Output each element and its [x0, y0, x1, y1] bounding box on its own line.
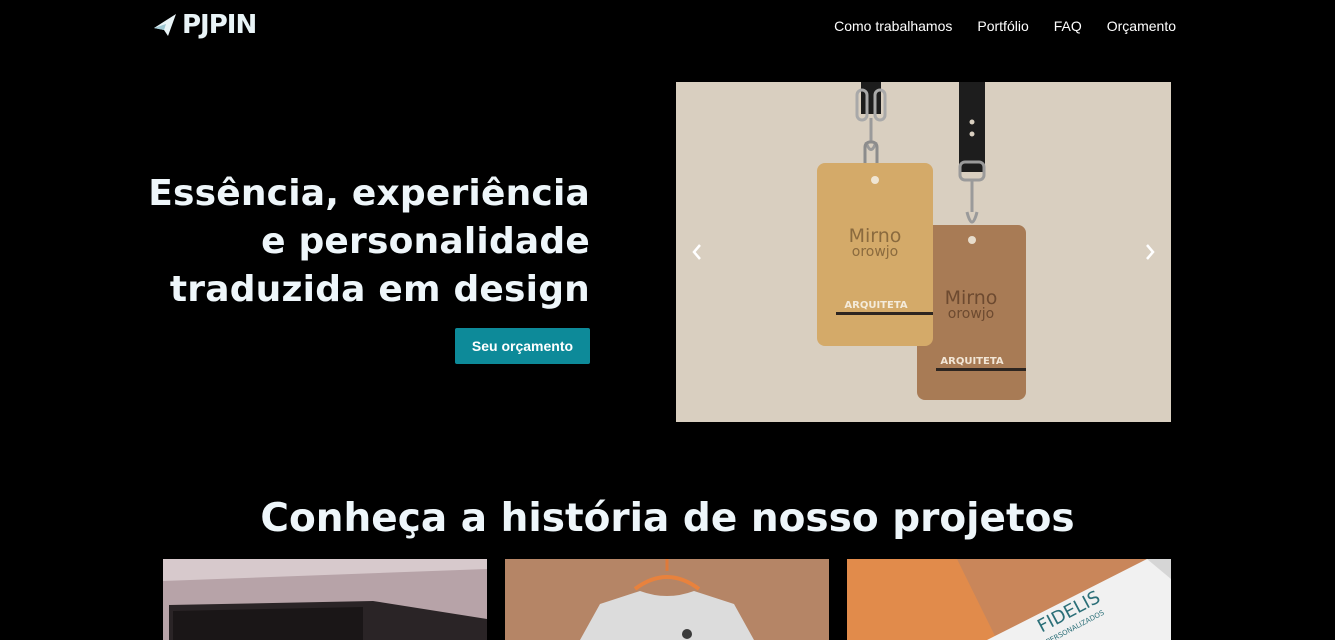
- quote-button[interactable]: Seu orçamento: [455, 328, 590, 364]
- back-tag-brand-sub: orowjo: [948, 306, 994, 322]
- paper-plane-icon: [154, 14, 176, 36]
- front-tag-brand-sub: orowjo: [852, 244, 898, 260]
- back-tag-subtitle: ARQUITETA: [940, 356, 1003, 367]
- project-card-1-image: [163, 559, 487, 640]
- hero-carousel: Mirno orowjo ARQUITETA Mirno orowjo ARQU…: [676, 82, 1171, 422]
- carousel-slide-image: Mirno orowjo ARQUITETA Mirno orowjo ARQU…: [676, 82, 1171, 422]
- logo-text: PJPIN: [182, 10, 257, 40]
- chevron-right-icon: [1146, 244, 1155, 260]
- hero-line-3: traduzida em design: [169, 269, 590, 310]
- project-card-2[interactable]: [505, 559, 829, 640]
- nav-como-trabalhamos[interactable]: Como trabalhamos: [834, 17, 952, 35]
- project-card-3[interactable]: FIDELIS PERSONALIZADOS: [847, 559, 1171, 640]
- project-card-1[interactable]: [163, 559, 487, 640]
- projects-section-title: Conheça a história de nosso projetos: [260, 496, 1075, 541]
- carousel-prev-button[interactable]: [682, 237, 712, 267]
- project-card-3-image: FIDELIS PERSONALIZADOS: [847, 559, 1171, 640]
- chevron-left-icon: [692, 244, 701, 260]
- hero-line-2: e personalidade: [261, 221, 590, 262]
- main-nav: Como trabalhamos Portfólio FAQ Orçamento: [834, 17, 1176, 35]
- nav-portfolio[interactable]: Portfólio: [977, 17, 1028, 35]
- hero-title: Essência, experiência e personalidade tr…: [120, 170, 590, 314]
- nav-orcamento[interactable]: Orçamento: [1107, 17, 1176, 35]
- nav-faq[interactable]: FAQ: [1054, 17, 1082, 35]
- site-logo[interactable]: PJPIN: [154, 10, 257, 40]
- project-card-2-image: [505, 559, 829, 640]
- front-tag-subtitle: ARQUITETA: [844, 300, 907, 311]
- hero-line-1: Essência, experiência: [148, 173, 590, 214]
- carousel-next-button[interactable]: [1135, 237, 1165, 267]
